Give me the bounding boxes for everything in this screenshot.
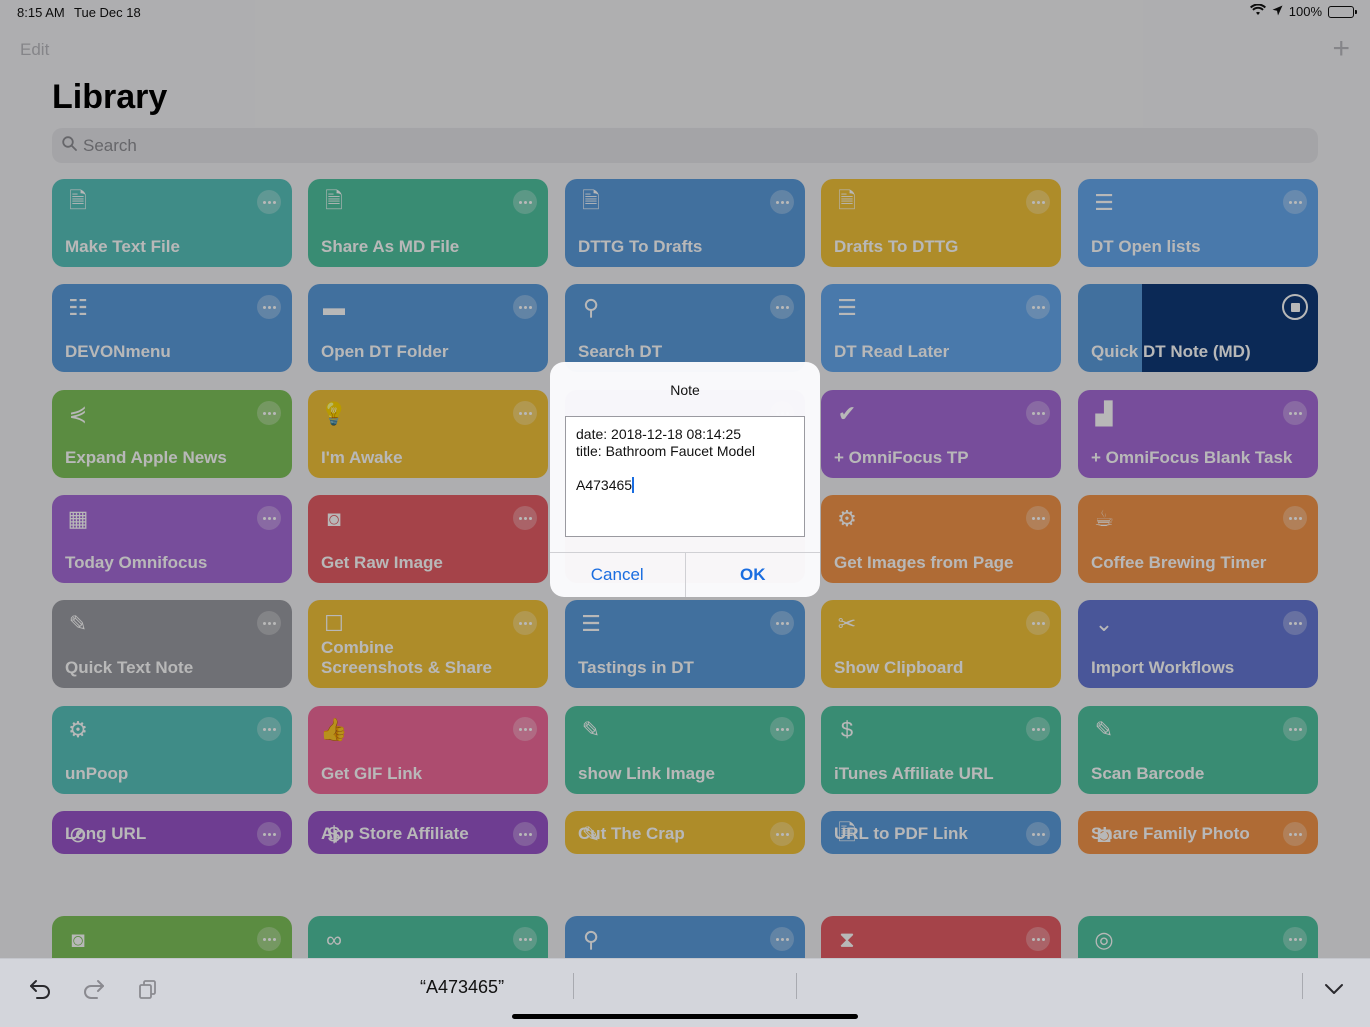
cancel-button[interactable]: Cancel — [550, 553, 685, 597]
autocorrect-suggestion[interactable]: “A473465” — [420, 977, 504, 998]
note-dialog: Note date: 2018-12-18 08:14:25 title: Ba… — [550, 362, 820, 597]
ok-button[interactable]: OK — [684, 553, 821, 597]
note-text: date: 2018-12-18 08:14:25 title: Bathroo… — [576, 426, 755, 493]
dialog-buttons: Cancel OK — [550, 552, 820, 597]
suggestion-divider — [573, 973, 574, 999]
redo-icon[interactable] — [80, 975, 108, 1003]
dismiss-keyboard-icon[interactable] — [1320, 975, 1348, 1003]
paste-icon[interactable] — [134, 975, 162, 1003]
note-text-field[interactable]: date: 2018-12-18 08:14:25 title: Bathroo… — [565, 416, 805, 537]
text-caret — [632, 477, 635, 493]
undo-icon[interactable] — [26, 975, 54, 1003]
suggestion-divider — [1302, 973, 1303, 999]
dialog-title: Note — [670, 382, 700, 398]
suggestion-divider — [796, 973, 797, 999]
home-indicator[interactable] — [512, 1014, 858, 1019]
